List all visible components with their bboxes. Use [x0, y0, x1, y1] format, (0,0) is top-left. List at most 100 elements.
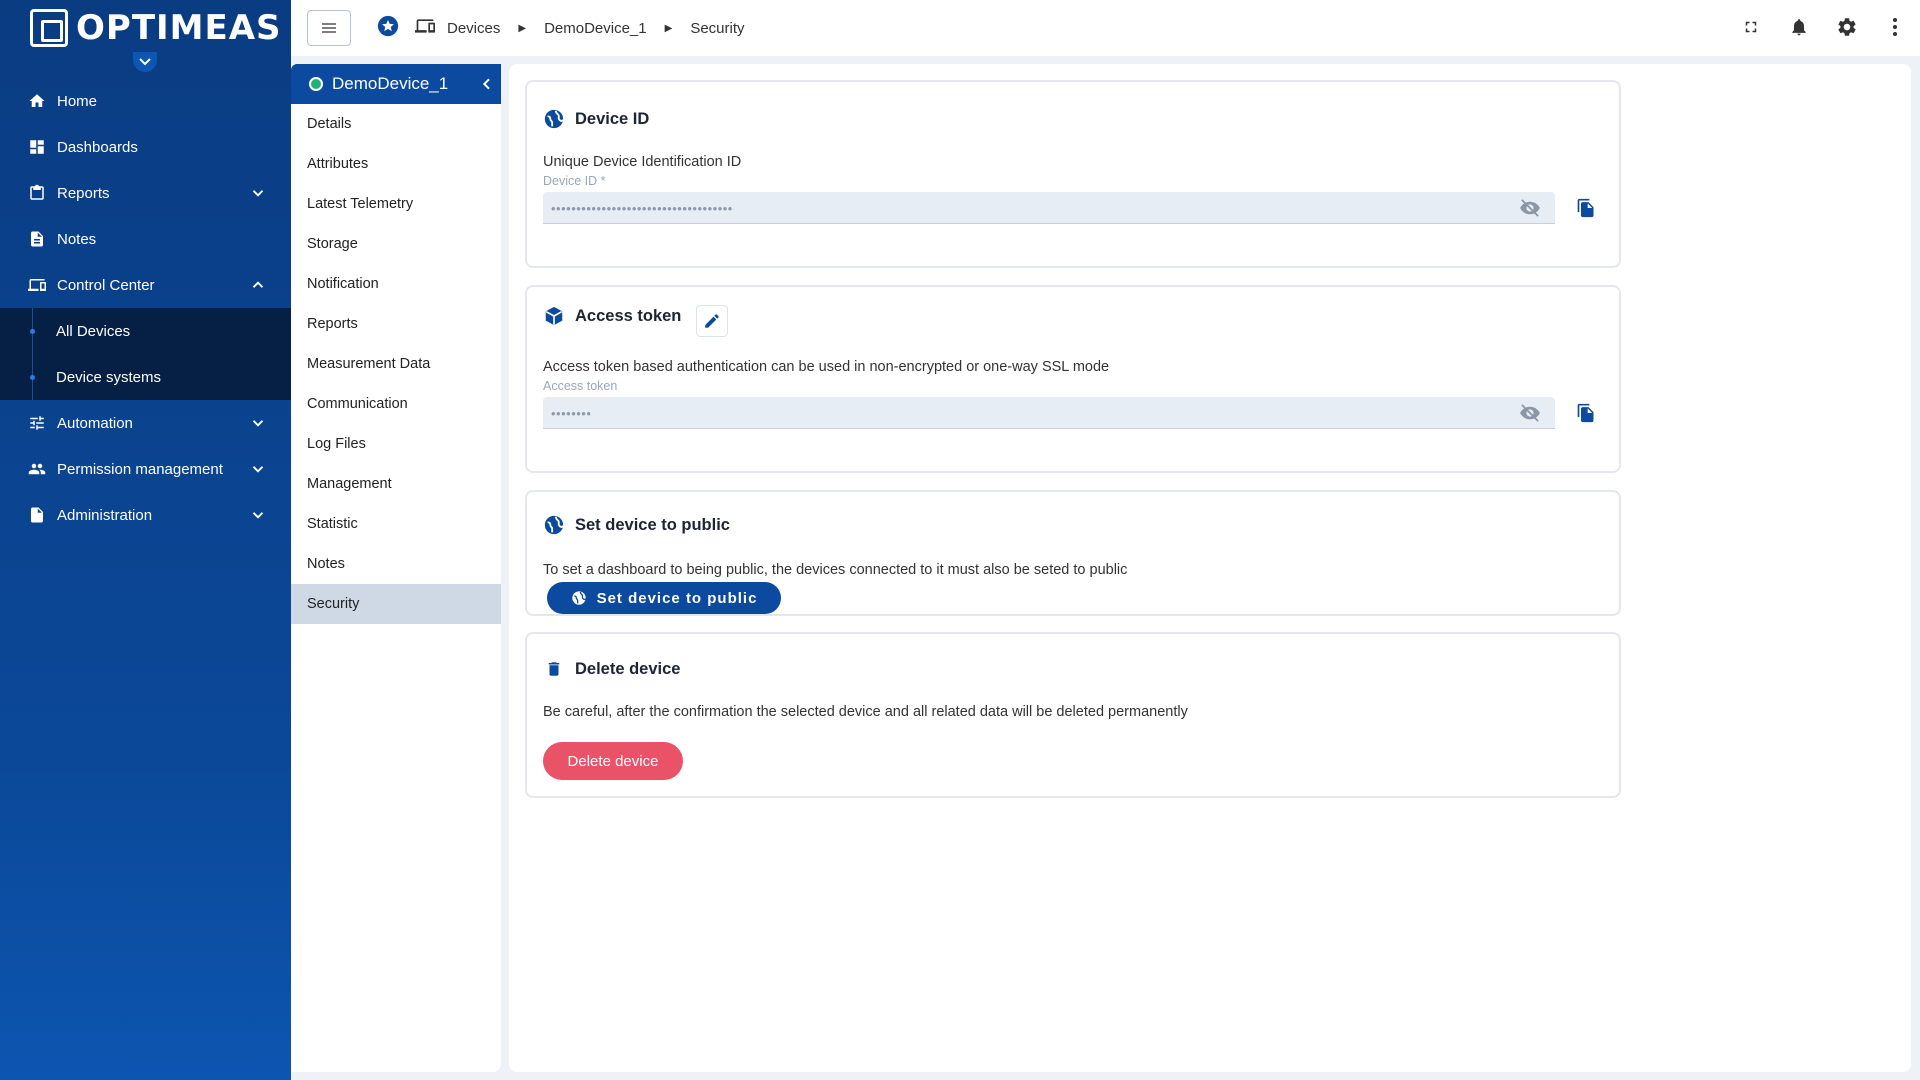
trash-icon [543, 658, 565, 680]
breadcrumb-device[interactable]: DemoDevice_1 [544, 20, 647, 37]
pencil-icon [705, 314, 719, 328]
nav-item-label: Control Center [57, 276, 155, 294]
edit-access-token-button[interactable] [696, 305, 728, 337]
delete-device-button[interactable]: Delete device [543, 742, 683, 780]
globe-icon [543, 108, 565, 130]
chevron-down-icon [249, 460, 267, 478]
device-menu-notes[interactable]: Notes [291, 544, 501, 584]
more-vert-icon[interactable] [1884, 16, 1906, 38]
chevron-up-icon [249, 276, 267, 294]
admin-icon [28, 506, 46, 524]
card-title: Access token [543, 305, 681, 327]
chevron-down-icon [249, 506, 267, 524]
public-card: Set device to public To set a dashboard … [525, 490, 1621, 616]
nav-item-reports[interactable]: Reports [0, 170, 291, 216]
device-menu-reports[interactable]: Reports [291, 304, 501, 344]
device-menu-security[interactable]: Security [291, 584, 501, 624]
device-menu-notification[interactable]: Notification [291, 264, 501, 304]
status-online-icon [309, 77, 323, 91]
globe-icon [571, 591, 586, 605]
chevron-down-icon [249, 184, 267, 202]
set-device-public-button[interactable]: Set device to public [547, 582, 781, 614]
top-bar: Devices ▶ DemoDevice_1 ▶ Security [291, 0, 1920, 56]
nav-item-label: Administration [57, 506, 153, 524]
copy-access-token-button[interactable] [1571, 397, 1601, 429]
gear-icon[interactable] [1836, 16, 1858, 38]
masked-value: •••••••• [551, 406, 592, 421]
nav-item-all-devices[interactable]: All Devices [0, 308, 291, 354]
card-description: Access token based authentication can be… [543, 359, 1110, 375]
devices-icon [28, 276, 46, 294]
masked-value: •••••••••••••••••••••••••••••••••••• [551, 201, 733, 216]
chevron-left-icon[interactable] [479, 76, 495, 92]
menu-toggle-button[interactable] [307, 10, 351, 46]
device-menu-header: DemoDevice_1 [291, 64, 501, 104]
main-sidebar: OPTIMEAS Home Dashboards Reports Notes C… [0, 0, 291, 1080]
card-description: Be careful, after the confirmation the s… [543, 704, 1188, 720]
device-menu-log-files[interactable]: Log Files [291, 424, 501, 464]
control-center-submenu: All Devices Device systems [0, 308, 291, 400]
card-title: Delete device [543, 658, 680, 680]
security-content: Device ID Unique Device Identification I… [509, 64, 1911, 1072]
device-id-field-label: Device ID * [543, 174, 606, 188]
nav-item-control-center[interactable]: Control Center [0, 262, 291, 308]
visibility-off-icon[interactable] [1519, 199, 1541, 217]
breadcrumb: Devices ▶ DemoDevice_1 ▶ Security [377, 15, 745, 41]
device-menu-title: DemoDevice_1 [332, 74, 449, 93]
nav-item-automation[interactable]: Automation [0, 400, 291, 446]
sliders-icon [28, 414, 46, 432]
nav-item-label: Reports [57, 184, 110, 202]
dashboard-icon [28, 138, 46, 156]
device-id-field[interactable]: •••••••••••••••••••••••••••••••••••• [543, 192, 1555, 224]
nav-item-label: Automation [57, 414, 133, 432]
nav-item-administration[interactable]: Administration [0, 492, 291, 538]
bell-icon[interactable] [1788, 16, 1810, 38]
access-token-field[interactable]: •••••••• [543, 397, 1555, 429]
nav-item-label: Notes [57, 230, 97, 248]
chevron-down-icon [249, 414, 267, 432]
device-menu-latest-telemetry[interactable]: Latest Telemetry [291, 184, 501, 224]
nav-item-home[interactable]: Home [0, 78, 291, 124]
breadcrumb-devices[interactable]: Devices [447, 20, 500, 37]
device-id-card: Device ID Unique Device Identification I… [525, 80, 1621, 268]
device-menu-attributes[interactable]: Attributes [291, 144, 501, 184]
card-description: Unique Device Identification ID [543, 154, 742, 170]
nav-item-device-systems[interactable]: Device systems [0, 354, 291, 400]
device-menu-panel: DemoDevice_1 Details Attributes Latest T… [291, 64, 501, 1072]
nav-item-permission-management[interactable]: Permission management [0, 446, 291, 492]
cube-icon [543, 305, 565, 327]
copy-device-id-button[interactable] [1571, 192, 1601, 224]
copy-icon [1577, 198, 1594, 218]
logo-text: OPTIMEAS [76, 8, 282, 48]
chevron-down-icon[interactable] [133, 52, 157, 72]
breadcrumb-security: Security [690, 19, 745, 37]
hamburger-icon [322, 23, 336, 33]
device-menu-details[interactable]: Details [291, 104, 501, 144]
devices-icon [413, 16, 437, 40]
nav-item-label: Dashboards [57, 138, 138, 156]
device-menu-statistic[interactable]: Statistic [291, 504, 501, 544]
access-token-card: Access token Access token based authenti… [525, 285, 1621, 473]
brand-logo[interactable]: OPTIMEAS [0, 0, 291, 72]
nav-item-dashboards[interactable]: Dashboards [0, 124, 291, 170]
device-menu-measurement-data[interactable]: Measurement Data [291, 344, 501, 384]
note-icon [28, 230, 46, 248]
globe-icon [543, 514, 565, 536]
chip-icon [30, 9, 68, 47]
nav-item-label: Permission management [57, 460, 223, 478]
star-icon[interactable] [377, 15, 399, 41]
card-title: Set device to public [543, 514, 730, 536]
clipboard-icon [28, 184, 46, 202]
card-title: Device ID [543, 108, 649, 130]
device-menu-storage[interactable]: Storage [291, 224, 501, 264]
device-menu-management[interactable]: Management [291, 464, 501, 504]
chevron-right-icon: ▶ [518, 22, 527, 34]
fullscreen-icon[interactable] [1740, 16, 1762, 38]
people-icon [28, 460, 46, 478]
nav-item-notes[interactable]: Notes [0, 216, 291, 262]
visibility-off-icon[interactable] [1519, 404, 1541, 422]
access-token-field-label: Access token [543, 379, 618, 393]
chevron-right-icon: ▶ [664, 22, 673, 34]
device-menu-communication[interactable]: Communication [291, 384, 501, 424]
delete-device-card: Delete device Be careful, after the conf… [525, 632, 1621, 798]
